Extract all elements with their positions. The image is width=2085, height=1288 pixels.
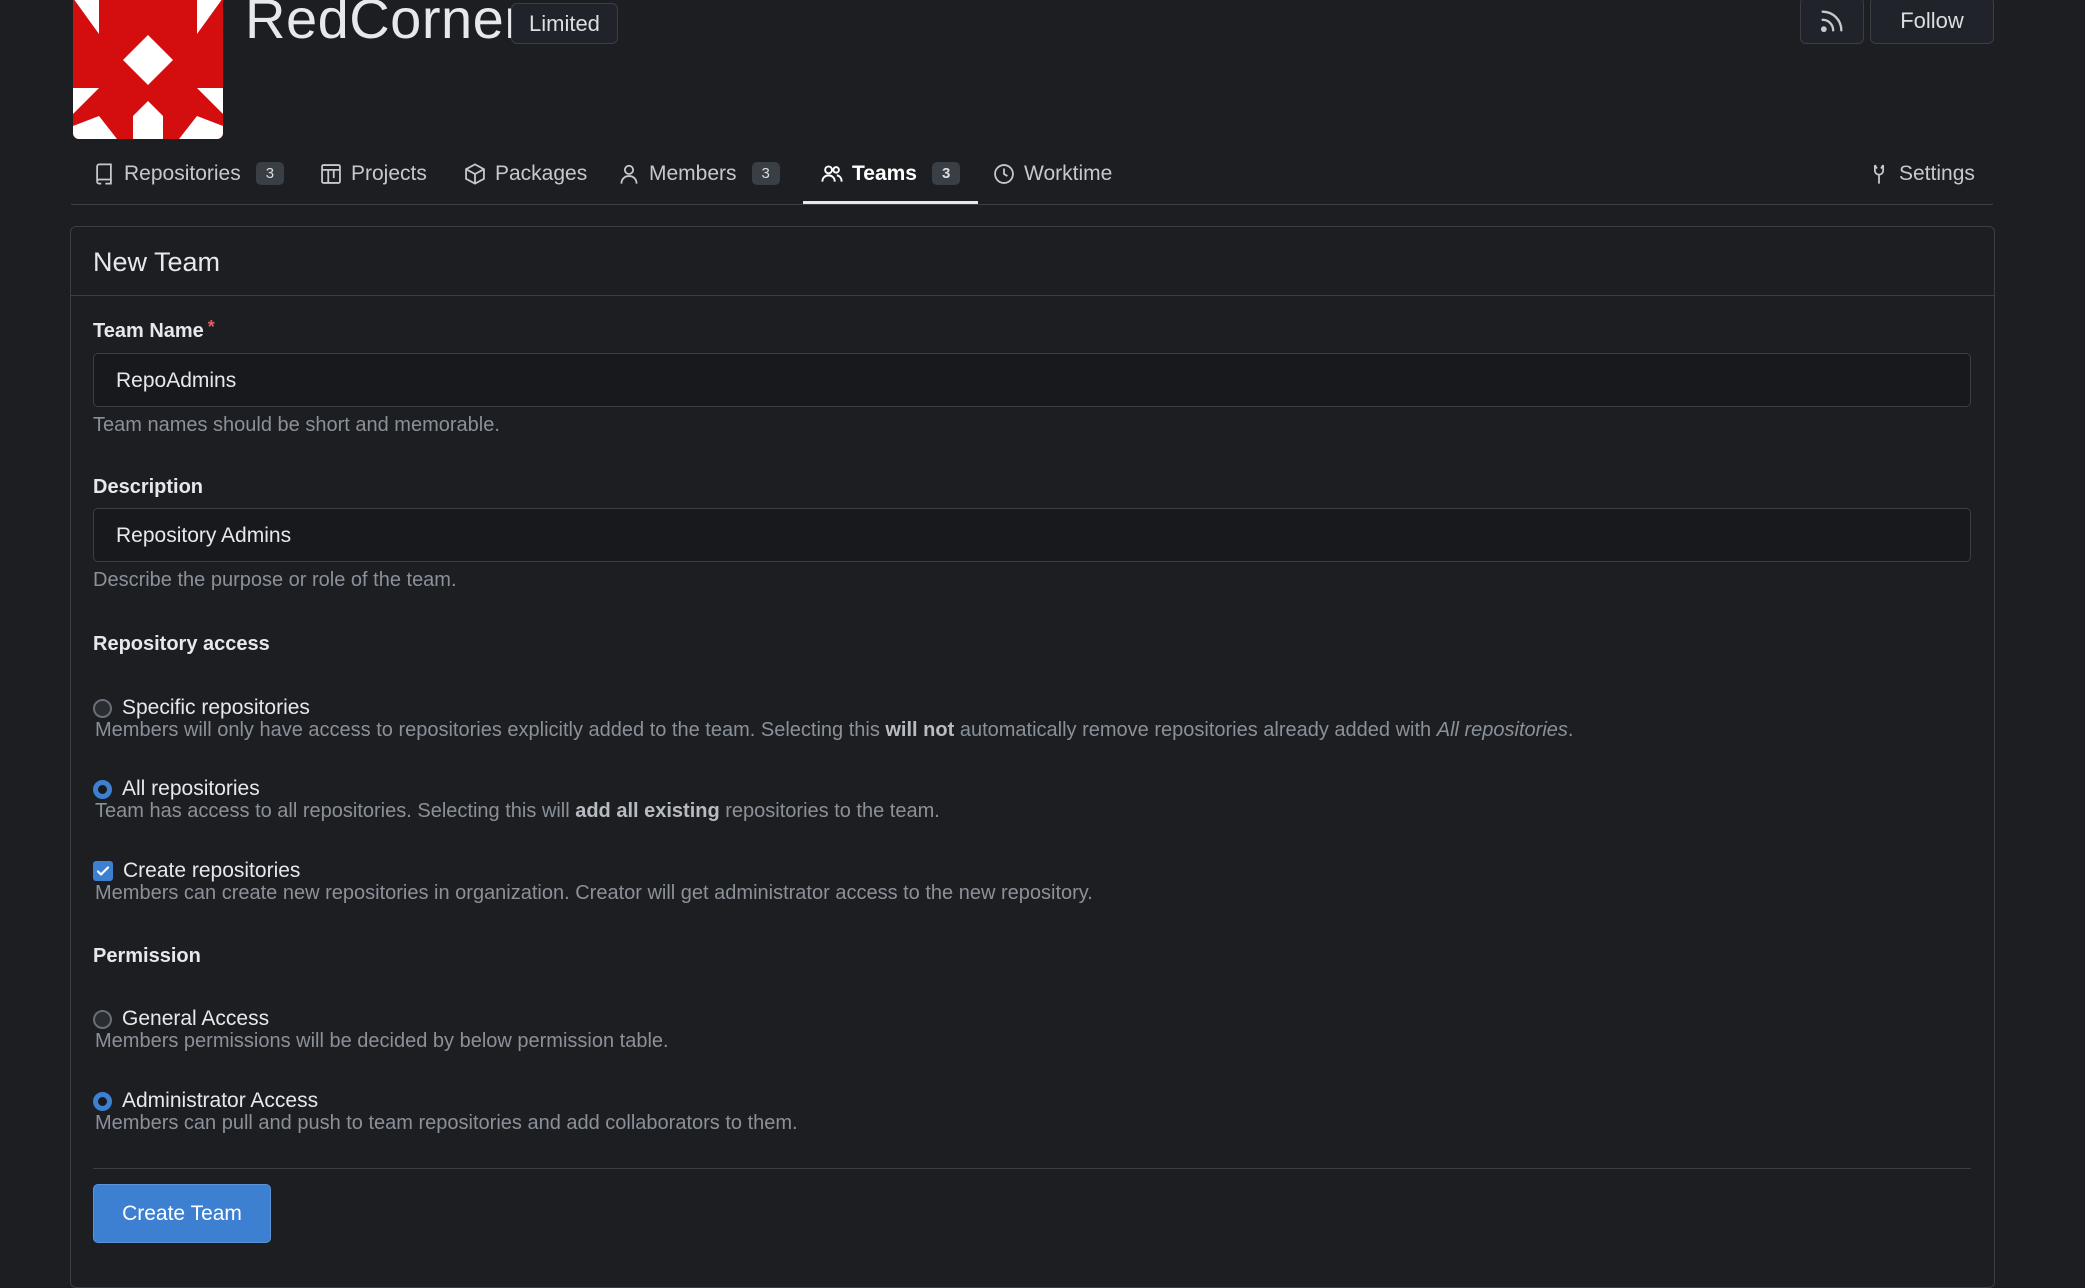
tab-worktime[interactable]: Worktime <box>993 144 1112 203</box>
repository-access-label: Repository access <box>93 633 270 655</box>
rss-feed-button[interactable] <box>1800 0 1864 44</box>
description-input[interactable]: Repository Admins <box>93 508 1971 562</box>
emphasis-text: will not <box>885 719 955 741</box>
permission-label: Permission <box>93 945 201 967</box>
team-name-input[interactable]: RepoAdmins <box>93 353 1971 407</box>
tab-label: Projects <box>351 161 427 185</box>
option-label: All repositories <box>122 777 260 800</box>
follow-button[interactable]: Follow <box>1870 0 1994 44</box>
option-label: General Access <box>122 1007 270 1030</box>
org-tab-bar: Repositories 3 Projects Packages Members… <box>71 144 1993 205</box>
count-badge: 3 <box>751 162 780 185</box>
create-repositories-option[interactable]: Create repositories <box>93 859 300 883</box>
all-repositories-option[interactable]: All repositories <box>93 777 260 801</box>
option-label: Create repositories <box>123 859 301 882</box>
checkmark-icon <box>96 866 110 876</box>
administrator-access-option[interactable]: Administrator Access <box>93 1089 318 1113</box>
count-badge: 3 <box>255 162 285 185</box>
general-access-help: Members permissions will be decided by b… <box>95 1030 669 1052</box>
visibility-badge: Limited <box>511 3 618 44</box>
tool-icon <box>1873 164 1885 184</box>
tab-label: Repositories <box>124 161 241 185</box>
tab-label: Packages <box>495 161 588 185</box>
all-repositories-help: Team has access to all repositories. Sel… <box>95 800 940 822</box>
clock-icon <box>994 163 1014 184</box>
tab-projects[interactable]: Projects <box>320 144 427 203</box>
team-name-label: Team Name * <box>93 317 215 343</box>
general-access-radio[interactable] <box>93 1009 112 1029</box>
general-access-option[interactable]: General Access <box>93 1007 269 1031</box>
all-repositories-radio[interactable] <box>93 779 112 799</box>
administrator-access-radio[interactable] <box>93 1091 112 1111</box>
emphasis-text: add all existing <box>575 800 720 822</box>
org-avatar-logo <box>73 0 223 139</box>
description-label: Description <box>93 476 204 498</box>
specific-repositories-help: Members will only have access to reposit… <box>95 719 1574 741</box>
specific-repositories-radio[interactable] <box>93 698 112 718</box>
create-team-button[interactable]: Create Team <box>93 1184 271 1243</box>
italic-text: All repositories <box>1436 719 1568 741</box>
package-icon <box>465 162 485 185</box>
tab-label: Settings <box>1899 161 1975 185</box>
administrator-access-help: Members can pull and push to team reposi… <box>95 1112 798 1134</box>
org-name: RedCorner <box>245 0 524 50</box>
team-name-help: Team names should be short and memorable… <box>93 414 500 436</box>
tab-label: Teams <box>852 161 917 185</box>
team-name-label-text: Team Name <box>93 320 204 342</box>
required-marker: * <box>207 317 215 337</box>
panel-header: New Team <box>71 227 1994 296</box>
tab-repositories[interactable]: Repositories 3 <box>93 144 285 203</box>
project-board-icon <box>321 163 341 184</box>
create-repositories-checkbox[interactable] <box>93 861 113 881</box>
specific-repositories-option[interactable]: Specific repositories <box>93 696 310 720</box>
form-divider <box>93 1168 1971 1169</box>
tab-teams[interactable]: Teams 3 <box>802 144 979 204</box>
create-repositories-help: Members can create new repositories in o… <box>95 882 1093 904</box>
tab-label: Members <box>649 161 737 185</box>
rss-icon <box>1820 10 1843 32</box>
description-help: Describe the purpose or role of the team… <box>93 569 457 591</box>
tab-settings[interactable]: Settings <box>1868 144 1975 203</box>
option-label: Administrator Access <box>122 1089 319 1112</box>
repo-icon <box>96 162 112 185</box>
panel-title: New Team <box>93 247 221 277</box>
tab-members[interactable]: Members 3 <box>618 144 780 203</box>
person-icon <box>620 164 638 184</box>
people-icon <box>821 164 843 182</box>
tab-label: Worktime <box>1024 161 1113 185</box>
count-badge: 3 <box>931 162 961 185</box>
option-label: Specific repositories <box>122 696 310 719</box>
tab-packages[interactable]: Packages <box>464 144 587 203</box>
